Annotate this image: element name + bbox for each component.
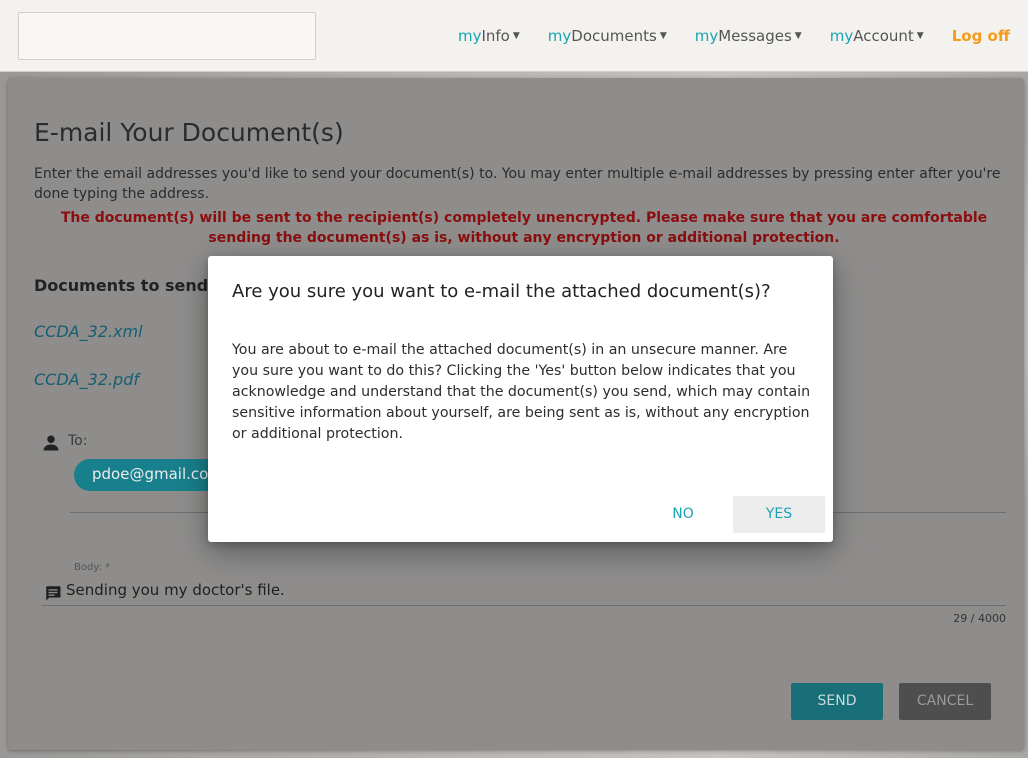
dialog-body: You are about to e-mail the attached doc… [232, 342, 811, 442]
nav-mymessages[interactable]: my Messages ▼ [695, 27, 802, 45]
nav-label: Messages [718, 27, 792, 45]
logoff-link[interactable]: Log off [952, 27, 1010, 45]
logo-placeholder [18, 12, 316, 60]
intro-text: Enter the email addresses you'd like to … [34, 166, 1001, 202]
character-counter: 29 / 4000 [953, 612, 1006, 625]
body-input[interactable]: Sending you my doctor's file. [66, 581, 285, 599]
nav-myinfo[interactable]: my Info ▼ [458, 27, 520, 45]
nav-prefix: my [547, 27, 572, 45]
document-link-pdf[interactable]: CCDA_32.pdf [34, 370, 139, 389]
page-title: E-mail Your Document(s) [34, 118, 344, 147]
nav-prefix: my [457, 27, 482, 45]
send-button[interactable]: SEND [791, 683, 883, 720]
cancel-button[interactable]: CANCEL [899, 683, 991, 720]
message-icon [46, 586, 61, 601]
nav-prefix: my [829, 27, 854, 45]
nav-label: Info [481, 27, 510, 45]
yes-button[interactable]: YES [733, 496, 825, 533]
top-navbar: my Info ▼ my Documents ▼ my Messages ▼ my Accou… [0, 0, 1028, 72]
nav-mydocuments[interactable]: my Documents ▼ [548, 27, 667, 45]
confirm-email-dialog: Are you sure you want to e-mail the atta… [208, 256, 833, 542]
caret-down-icon: ▼ [659, 31, 667, 41]
nav-label: Documents [571, 27, 657, 45]
documents-label: Documents to send: [34, 276, 215, 295]
dialog-title: Are you sure you want to e-mail the atta… [232, 281, 771, 302]
person-icon [43, 435, 59, 451]
caret-down-icon: ▼ [916, 31, 924, 41]
to-label: To: [68, 433, 88, 449]
caret-down-icon: ▼ [512, 31, 520, 41]
nav-label: Account [853, 27, 914, 45]
body-label: Body: * [74, 562, 111, 573]
no-button[interactable]: NO [654, 496, 712, 533]
nav-prefix: my [694, 27, 719, 45]
nav-myaccount[interactable]: my Account ▼ [830, 27, 924, 45]
main-nav: my Info ▼ my Documents ▼ my Messages ▼ my Accou… [458, 0, 1010, 72]
unencrypted-warning: The document(s) will be sent to the reci… [60, 210, 988, 246]
document-link-xml[interactable]: CCDA_32.xml [34, 322, 143, 341]
caret-down-icon: ▼ [794, 31, 802, 41]
body-field-underline [42, 605, 1006, 606]
